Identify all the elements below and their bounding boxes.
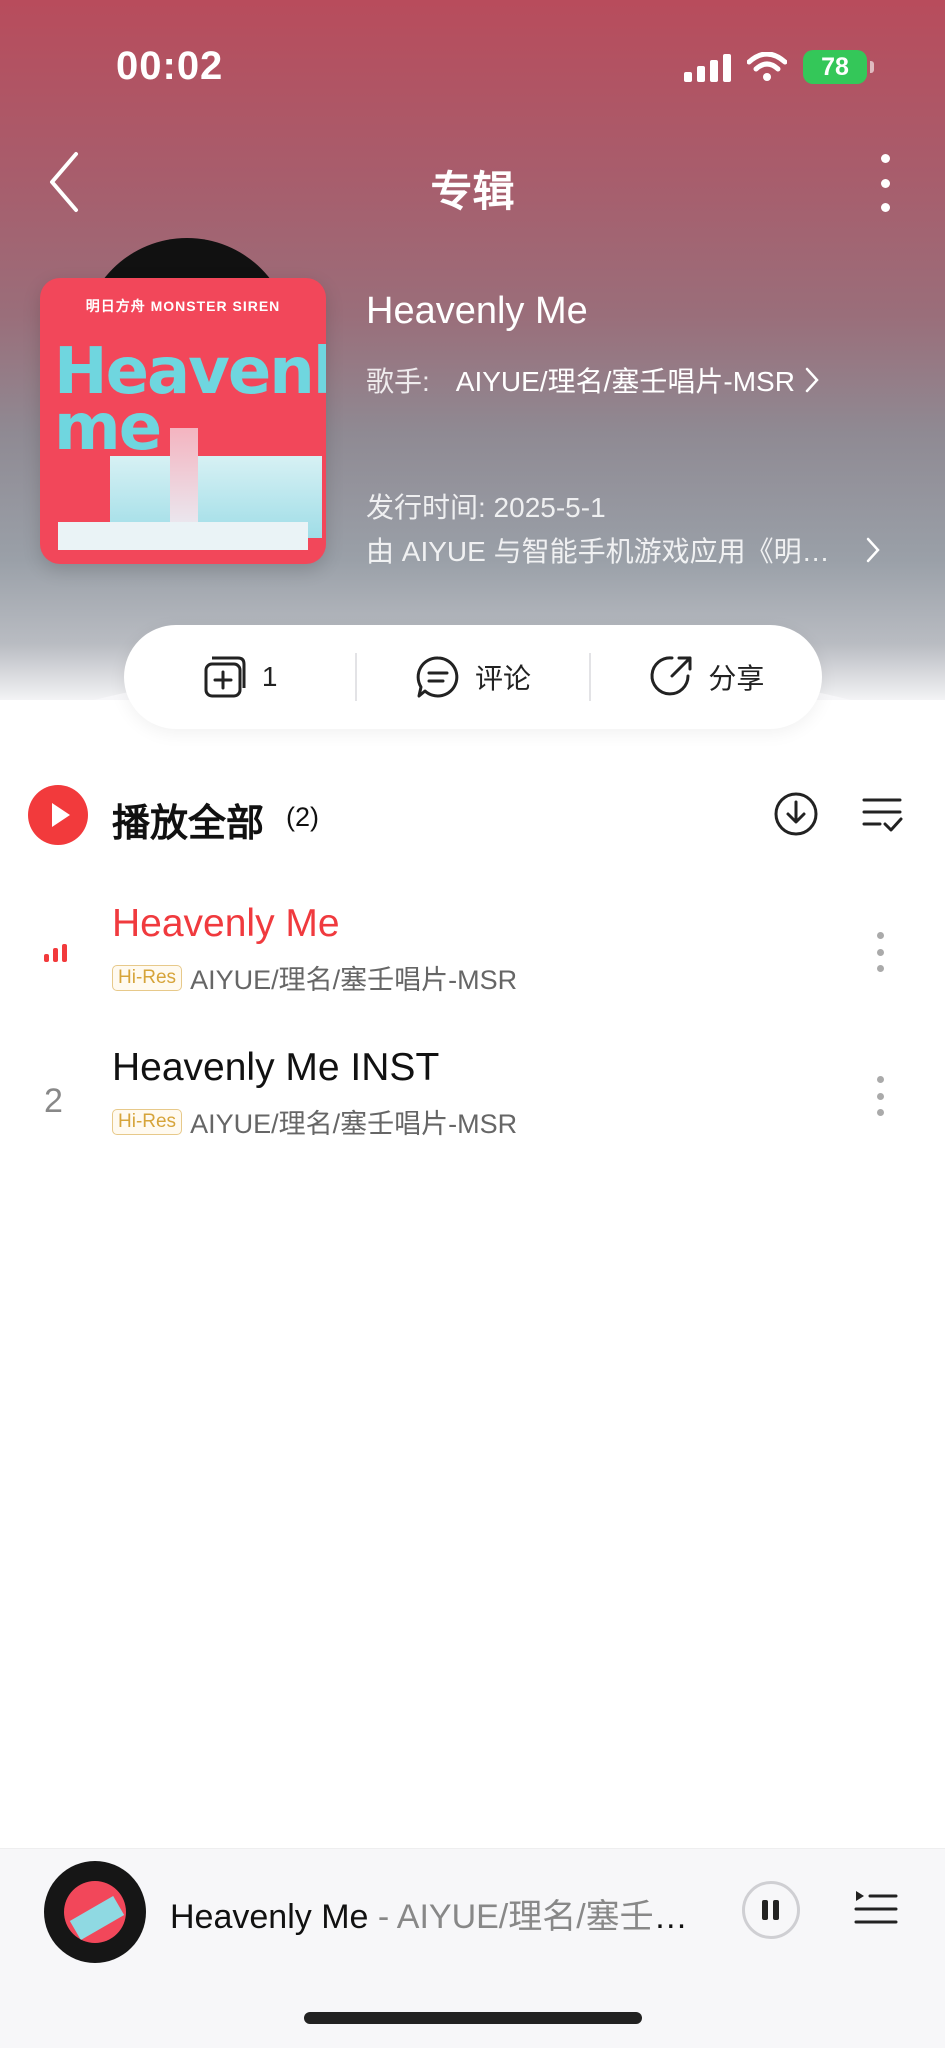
artist-row[interactable]: 歌手: AIYUE/理名/塞壬唱片-MSR bbox=[366, 360, 819, 400]
track-title: Heavenly Me bbox=[112, 902, 340, 945]
battery-icon: 78 bbox=[803, 50, 874, 84]
status-time: 00:02 bbox=[116, 44, 224, 88]
release-date: 发行时间: 2025-5-1 bbox=[366, 492, 606, 523]
status-icons: 78 bbox=[684, 50, 874, 84]
more-options-icon[interactable] bbox=[877, 154, 893, 212]
track-subtitle: Hi-Res AIYUE/理名/塞壬唱片-MSR bbox=[112, 1102, 517, 1141]
multi-select-icon[interactable] bbox=[860, 792, 904, 836]
pause-icon[interactable] bbox=[742, 1881, 800, 1939]
track-row[interactable]: Heavenly Me Hi-Res AIYUE/理名/塞壬唱片-MSR bbox=[0, 902, 945, 1022]
play-all-label[interactable]: 播放全部 bbox=[112, 792, 264, 847]
play-all-row: 播放全部 (2) bbox=[0, 780, 945, 850]
wifi-icon bbox=[747, 52, 787, 81]
hires-badge: Hi-Res bbox=[112, 964, 183, 991]
mini-player-disc[interactable] bbox=[44, 1861, 146, 1963]
share-icon bbox=[650, 656, 692, 696]
add-to-playlist-icon bbox=[204, 656, 246, 698]
album-action-bar: 1 评论 分享 bbox=[124, 625, 822, 729]
play-all-button[interactable] bbox=[28, 785, 88, 845]
track-artist: AIYUE/理名/塞壬唱片-MSR bbox=[190, 965, 518, 995]
mini-player-info[interactable]: Heavenly Me - AIYUE/理名/塞壬唱片-MSR bbox=[170, 1889, 710, 1938]
album-description[interactable]: 由 AIYUE 与智能手机游戏应用《明日方舟》 bbox=[366, 530, 886, 570]
track-more-icon[interactable] bbox=[875, 932, 885, 972]
collect-count: 1 bbox=[261, 661, 278, 692]
mini-player-artist: - AIYUE/理名/塞壬唱片-MSR bbox=[377, 1898, 710, 1936]
album-title: Heavenly Me bbox=[366, 290, 588, 332]
page-title: 专辑 bbox=[430, 168, 515, 215]
share-button[interactable]: 分享 bbox=[591, 625, 822, 729]
collect-button[interactable]: 1 bbox=[124, 625, 355, 729]
album-description-text: 由 AIYUE 与智能手机游戏应用《明日方舟》 bbox=[366, 536, 856, 567]
track-count: (2) bbox=[286, 802, 319, 832]
comment-label: 评论 bbox=[474, 663, 531, 694]
battery-level: 78 bbox=[821, 52, 849, 81]
chevron-right-icon bbox=[866, 537, 880, 563]
album-cover[interactable]: 明日方舟 MONSTER SIREN Heavenly me bbox=[40, 278, 326, 564]
share-label: 分享 bbox=[708, 663, 765, 694]
download-icon[interactable] bbox=[772, 790, 820, 838]
comment-button[interactable]: 评论 bbox=[357, 625, 588, 729]
cover-word: Heavenly me bbox=[54, 335, 326, 465]
track-row[interactable]: 2 Heavenly Me INST Hi-Res AIYUE/理名/塞壬唱片-… bbox=[0, 1046, 945, 1166]
cover-top-text: 明日方舟 MONSTER SIREN bbox=[85, 298, 281, 314]
now-playing-icon bbox=[44, 942, 67, 962]
mini-player-cover bbox=[64, 1881, 126, 1943]
track-artist: AIYUE/理名/塞壬唱片-MSR bbox=[190, 1109, 518, 1139]
mini-player-song: Heavenly Me bbox=[170, 1898, 369, 1936]
hires-badge: Hi-Res bbox=[112, 1108, 183, 1135]
home-indicator bbox=[304, 2012, 642, 2024]
chevron-right-icon bbox=[805, 367, 819, 393]
cellular-signal-icon bbox=[684, 52, 731, 82]
track-title: Heavenly Me INST bbox=[112, 1046, 440, 1089]
comment-icon bbox=[416, 656, 459, 698]
artist-label: 歌手: bbox=[366, 366, 430, 397]
cover-city bbox=[58, 522, 308, 550]
track-more-icon[interactable] bbox=[875, 1076, 885, 1116]
track-subtitle: Hi-Res AIYUE/理名/塞壬唱片-MSR bbox=[112, 958, 517, 997]
playlist-queue-icon[interactable] bbox=[852, 1887, 898, 1931]
track-index: 2 bbox=[44, 1082, 63, 1120]
artist-names: AIYUE/理名/塞壬唱片-MSR bbox=[455, 366, 795, 397]
